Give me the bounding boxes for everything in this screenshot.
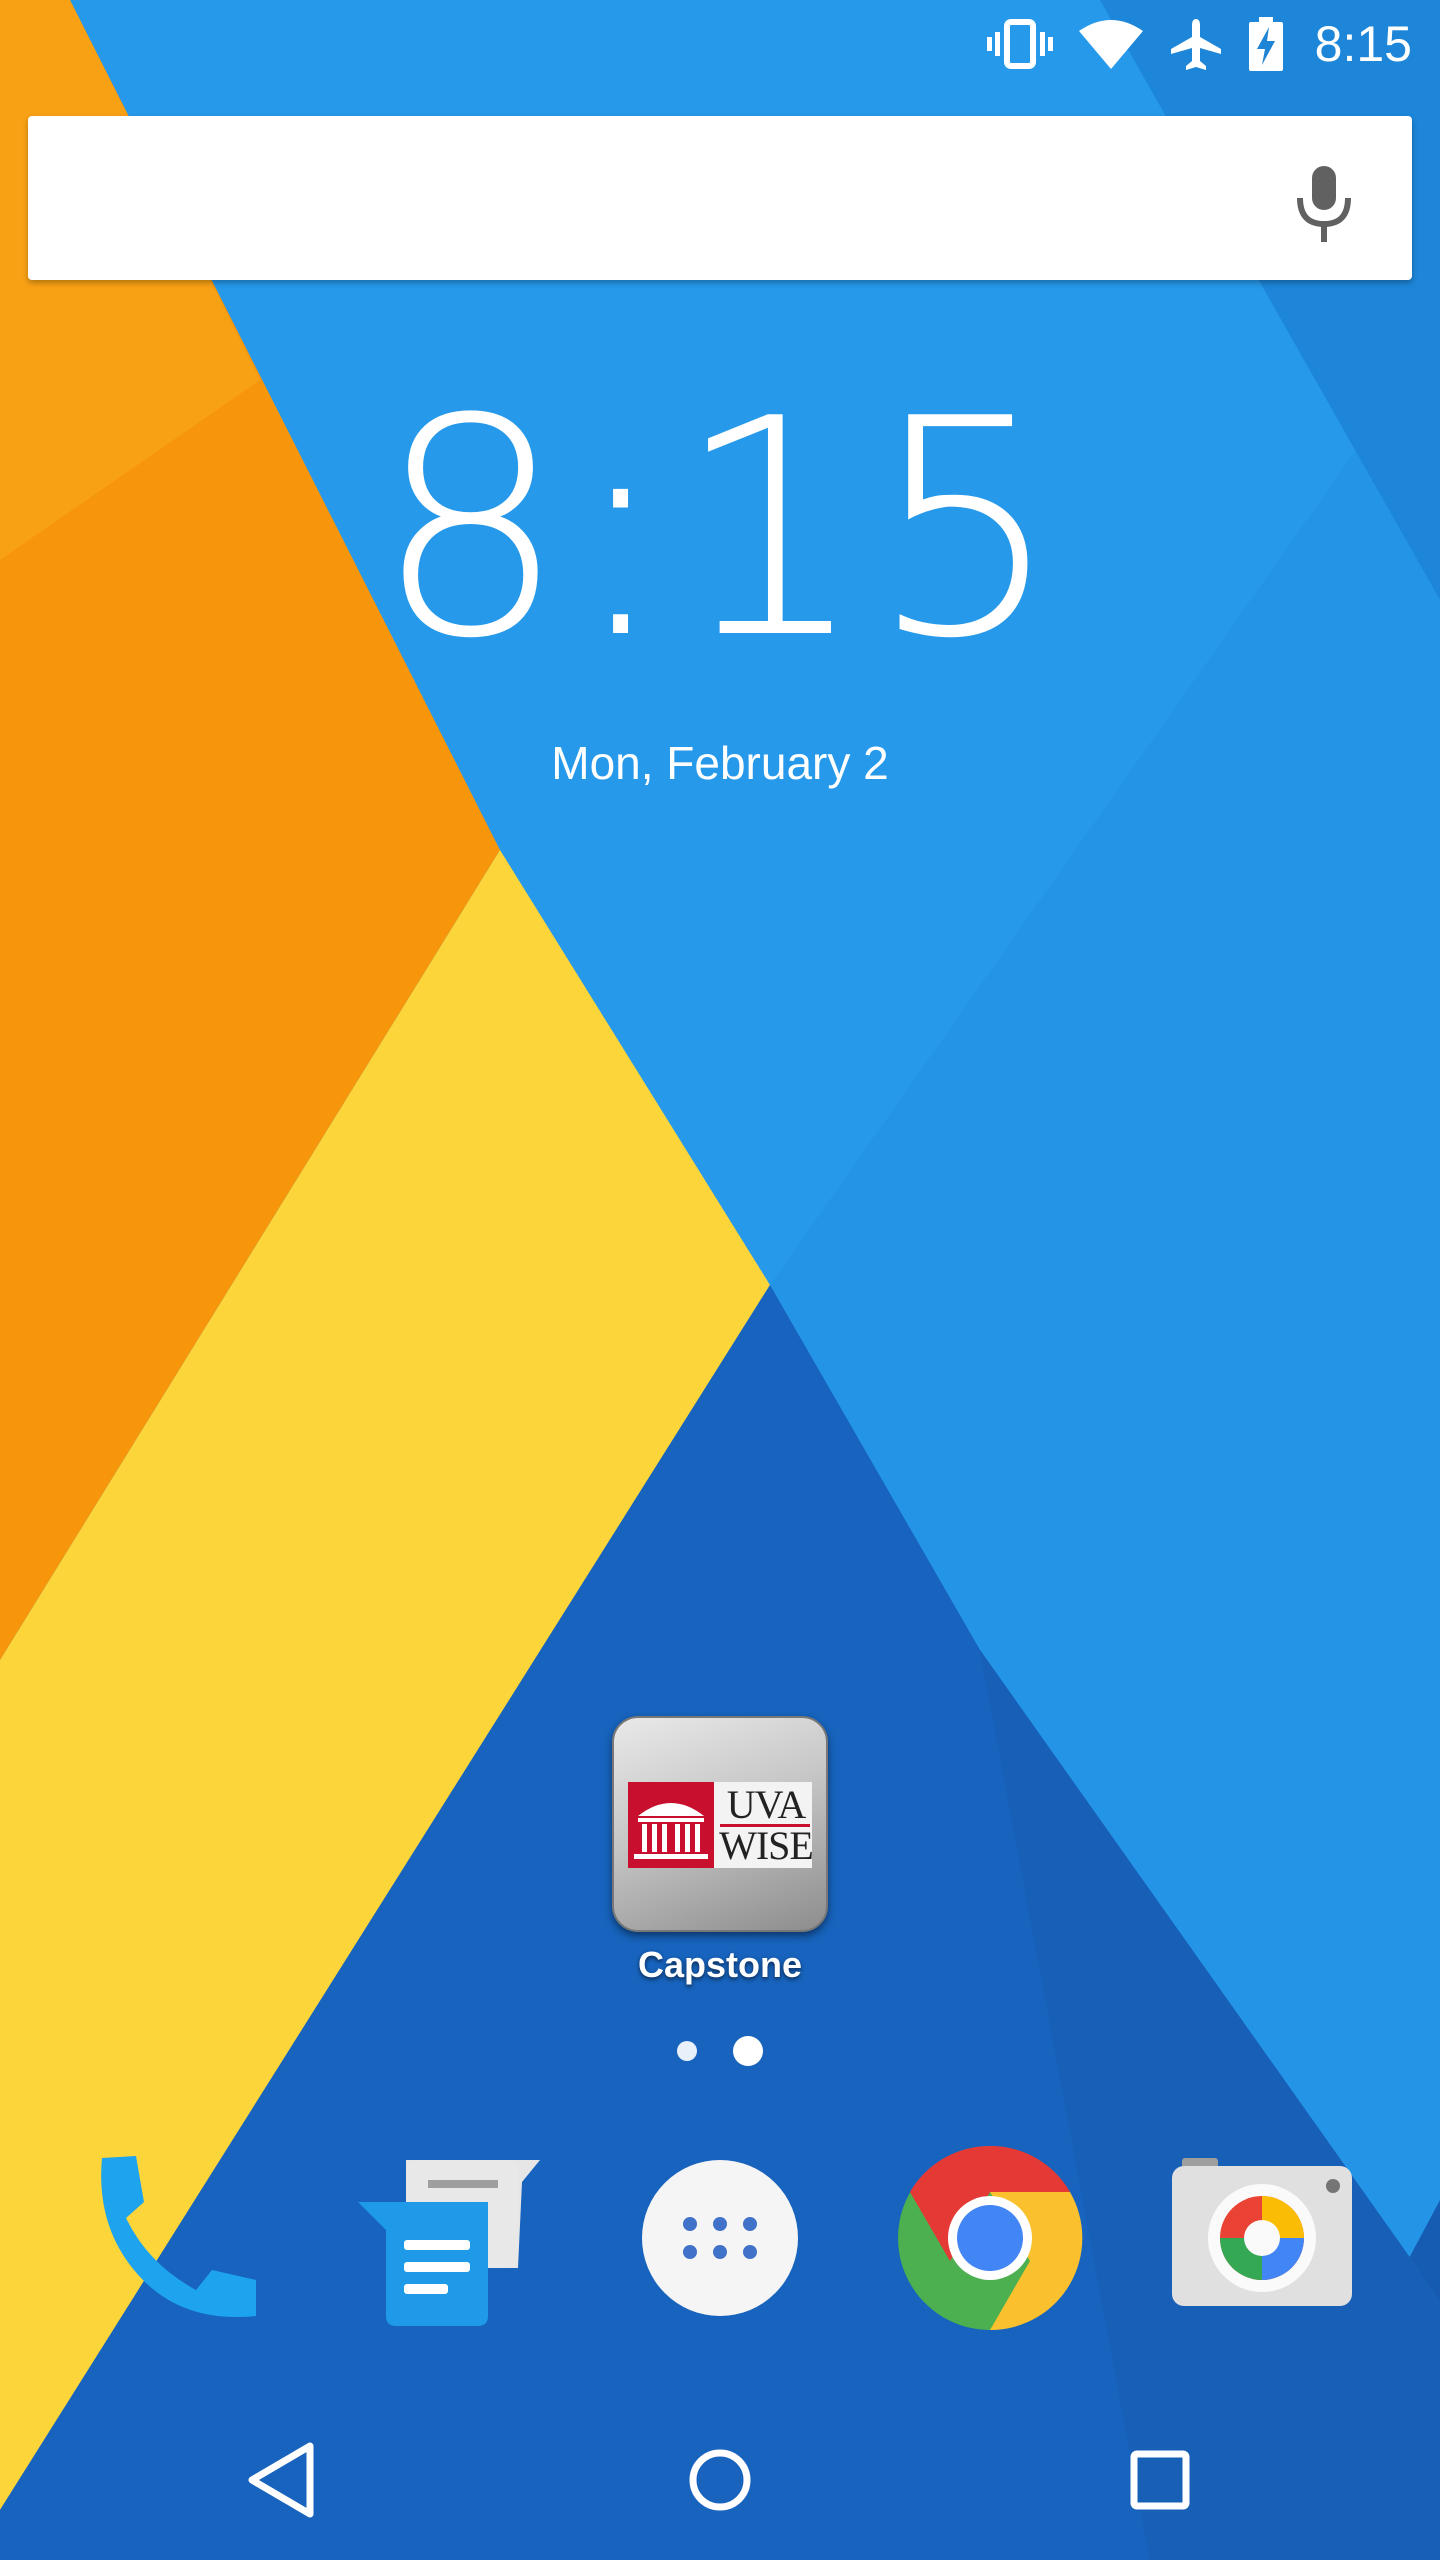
clock-date: Mon, February 2 xyxy=(551,737,889,789)
page-indicator xyxy=(0,2036,1440,2066)
dock-camera[interactable] xyxy=(1160,2140,1360,2340)
rotunda-logo xyxy=(628,1782,714,1868)
status-icons: 8:15 xyxy=(986,0,1412,88)
airplane-mode-icon xyxy=(1169,17,1223,71)
app-drawer-icon[interactable] xyxy=(620,2140,820,2340)
app-label: Capstone xyxy=(637,1944,803,1985)
status-clock: 8:15 xyxy=(1314,16,1412,72)
status-bar: 8:15 xyxy=(0,0,1440,88)
dock-app-drawer[interactable] xyxy=(620,2140,820,2340)
dock xyxy=(0,2140,1440,2340)
phone-icon[interactable] xyxy=(78,2140,278,2340)
recents-icon[interactable] xyxy=(1110,2430,1210,2530)
mic-icon[interactable] xyxy=(1292,164,1356,244)
back-icon[interactable] xyxy=(230,2430,330,2530)
dock-phone[interactable] xyxy=(78,2140,278,2340)
messenger-icon[interactable] xyxy=(348,2140,548,2340)
page-dot-1 xyxy=(677,2041,697,2061)
clock-widget[interactable]: 8:15 Mon, February 2 xyxy=(0,380,1440,790)
uva-wise-logo: UVA WISE xyxy=(628,1782,814,1868)
search-input[interactable] xyxy=(68,156,1252,242)
camera-icon[interactable] xyxy=(1160,2140,1360,2340)
battery-charging-icon xyxy=(1248,17,1283,71)
uva-wise-icon[interactable]: UVA WISE xyxy=(612,1716,828,1932)
page-dot-2-current xyxy=(733,2036,763,2066)
uva-wise-logo-text: UVA WISE xyxy=(719,1782,814,1868)
app-shortcut-capstone[interactable]: UVA WISE Capstone xyxy=(600,1716,840,1986)
clock-time: 8:15 xyxy=(375,355,1065,704)
dock-chrome[interactable] xyxy=(890,2140,1090,2340)
chrome-icon[interactable] xyxy=(890,2140,1090,2340)
dock-messenger[interactable] xyxy=(348,2140,548,2340)
navigation-bar xyxy=(0,2390,1440,2560)
vibrate-icon xyxy=(986,18,1053,70)
home-icon[interactable] xyxy=(670,2430,770,2530)
search-bar[interactable] xyxy=(28,116,1412,280)
wifi-icon xyxy=(1078,19,1143,69)
